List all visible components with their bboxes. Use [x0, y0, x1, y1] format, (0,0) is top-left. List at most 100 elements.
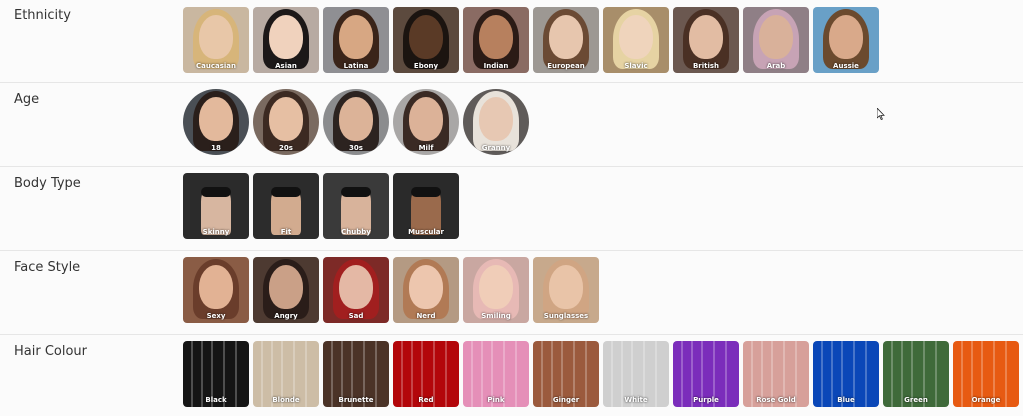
option-arab[interactable]: Arab: [743, 7, 809, 73]
option-british[interactable]: British: [673, 7, 739, 73]
face-shape: [339, 15, 373, 59]
option-label: Smiling: [481, 312, 511, 320]
option-label: Slavic: [624, 62, 648, 70]
option-orange[interactable]: Orange: [953, 341, 1019, 407]
section-face-style: Face Style Sexy Angry Sad Nerd Smiling Sunglas…: [0, 250, 1023, 335]
option-label: Black: [205, 396, 227, 404]
option-brunette[interactable]: Brunette: [323, 341, 389, 407]
option-label: Asian: [275, 62, 297, 70]
option-sunglasses[interactable]: Sunglasses: [533, 257, 599, 323]
section-label: Body Type: [14, 176, 81, 191]
option-label: Ginger: [552, 396, 580, 404]
bra-shape: [271, 187, 301, 197]
option-label: Red: [418, 396, 434, 404]
option-label: White: [624, 396, 648, 404]
option-label: Milf: [418, 144, 434, 152]
option-label: Skinny: [202, 228, 230, 236]
option-indian[interactable]: Indian: [463, 7, 529, 73]
option-label: Purple: [693, 396, 719, 404]
option-milf[interactable]: Milf: [393, 89, 459, 155]
option-label: Nerd: [416, 312, 436, 320]
option-label: Fit: [280, 228, 292, 236]
option-green[interactable]: Green: [883, 341, 949, 407]
option-aussie[interactable]: Aussie: [813, 7, 879, 73]
option-blonde[interactable]: Blonde: [253, 341, 319, 407]
option-granny[interactable]: Granny: [463, 89, 529, 155]
option-label: Arab: [766, 62, 786, 70]
option-caucasian[interactable]: Caucasian: [183, 7, 249, 73]
option-muscular[interactable]: Muscular: [393, 173, 459, 239]
option-label: Blue: [837, 396, 855, 404]
section-label: Face Style: [14, 260, 81, 275]
option-european[interactable]: European: [533, 7, 599, 73]
option-label: Pink: [487, 396, 505, 404]
options-row: Black Blonde Brunette Red Pink Ginger White Pur…: [183, 341, 1019, 407]
option-label: European: [547, 62, 585, 70]
face-shape: [409, 97, 443, 141]
options-row: Caucasian Asian Latina Ebony Indian European S…: [183, 7, 879, 73]
options-row: Sexy Angry Sad Nerd Smiling Sunglasses: [183, 257, 599, 323]
option-label: Ebony: [413, 62, 439, 70]
option-angry[interactable]: Angry: [253, 257, 319, 323]
options-row: Skinny Fit Chubby Muscular: [183, 173, 459, 239]
option-label: Indian: [483, 62, 509, 70]
face-shape: [549, 15, 583, 59]
option-smiling[interactable]: Smiling: [463, 257, 529, 323]
option-label: Angry: [274, 312, 298, 320]
option-label: Rose Gold: [756, 396, 796, 404]
option-label: Muscular: [408, 228, 444, 236]
section-age: Age 18 20s 30s Milf Granny: [0, 82, 1023, 167]
option-20s[interactable]: 20s: [253, 89, 319, 155]
section-label: Age: [14, 92, 40, 107]
option-nerd[interactable]: Nerd: [393, 257, 459, 323]
face-shape: [479, 97, 513, 141]
option-white[interactable]: White: [603, 341, 669, 407]
option-label: Green: [904, 396, 928, 404]
bra-shape: [341, 187, 371, 197]
bra-shape: [201, 187, 231, 197]
face-shape: [199, 97, 233, 141]
option-latina[interactable]: Latina: [323, 7, 389, 73]
option-chubby[interactable]: Chubby: [323, 173, 389, 239]
option-sexy[interactable]: Sexy: [183, 257, 249, 323]
option-label: Latina: [343, 62, 369, 70]
face-shape: [479, 15, 513, 59]
option-label: Granny: [481, 144, 511, 152]
option-ebony[interactable]: Ebony: [393, 7, 459, 73]
option-label: Chubby: [341, 228, 371, 236]
option-label: Sexy: [206, 312, 226, 320]
option-label: British: [692, 62, 720, 70]
face-shape: [409, 15, 443, 59]
face-shape: [479, 265, 513, 309]
option-black[interactable]: Black: [183, 341, 249, 407]
option-30s[interactable]: 30s: [323, 89, 389, 155]
bra-shape: [411, 187, 441, 197]
option-purple[interactable]: Purple: [673, 341, 739, 407]
option-slavic[interactable]: Slavic: [603, 7, 669, 73]
face-shape: [269, 15, 303, 59]
face-shape: [689, 15, 723, 59]
mouse-cursor-icon: [877, 108, 885, 120]
section-body-type: Body Type Skinny Fit Chubby Muscular: [0, 166, 1023, 251]
option-skinny[interactable]: Skinny: [183, 173, 249, 239]
options-row: 18 20s 30s Milf Granny: [183, 89, 529, 155]
option-red[interactable]: Red: [393, 341, 459, 407]
option-label: 30s: [349, 144, 363, 152]
section-ethnicity: Ethnicity Caucasian Asian Latina Ebony Indian…: [0, 0, 1023, 83]
face-shape: [269, 265, 303, 309]
option-label: Caucasian: [196, 62, 236, 70]
section-hair-colour: Hair Colour Black Blonde Brunette Red Pink Gin…: [0, 334, 1023, 416]
option-sad[interactable]: Sad: [323, 257, 389, 323]
section-label: Ethnicity: [14, 8, 71, 23]
option-asian[interactable]: Asian: [253, 7, 319, 73]
option-fit[interactable]: Fit: [253, 173, 319, 239]
face-shape: [619, 15, 653, 59]
face-shape: [829, 15, 863, 59]
option-18[interactable]: 18: [183, 89, 249, 155]
face-shape: [269, 97, 303, 141]
option-rose-gold[interactable]: Rose Gold: [743, 341, 809, 407]
option-blue[interactable]: Blue: [813, 341, 879, 407]
option-ginger[interactable]: Ginger: [533, 341, 599, 407]
option-label: Sad: [348, 312, 364, 320]
option-pink[interactable]: Pink: [463, 341, 529, 407]
